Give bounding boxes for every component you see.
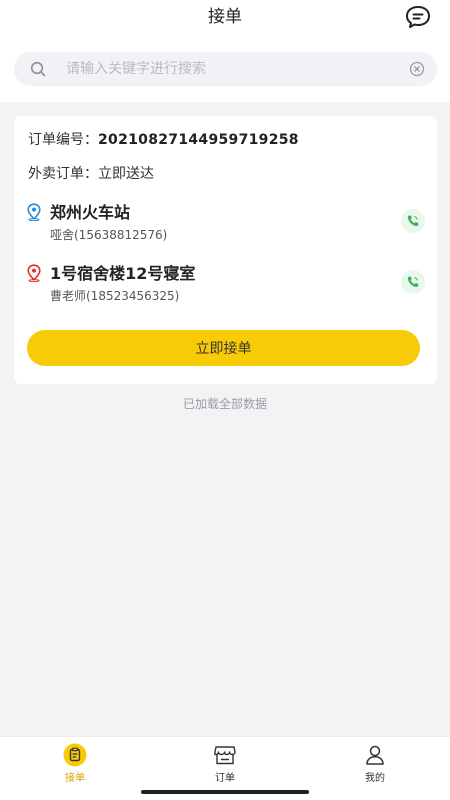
order-type-row: 外卖订单：立即送达	[28, 163, 154, 183]
profile-icon	[366, 745, 384, 765]
search-icon	[30, 61, 46, 77]
pickup-call-button[interactable]	[401, 209, 425, 233]
tab-profile[interactable]: 我的	[315, 737, 435, 787]
clear-icon[interactable]	[409, 61, 425, 77]
page-title: 接单	[208, 7, 242, 27]
dropoff-location-pin-icon	[27, 264, 41, 282]
search-input[interactable]	[66, 58, 396, 80]
accept-order-button[interactable]: 立即接单	[27, 330, 420, 366]
order-store-icon	[214, 746, 236, 765]
tab-label: 接单	[65, 773, 85, 784]
order-number-label: 订单编号：	[28, 132, 98, 148]
tab-receive-order[interactable]: 接单	[15, 737, 135, 787]
order-card: 订单编号：20210827144959719258 外卖订单：立即送达 郑州火车…	[14, 116, 437, 384]
home-indicator	[141, 790, 309, 794]
pickup-contact: 哑舍(15638812576)	[50, 228, 168, 242]
dropoff-name: 1号宿舍楼12号寝室	[50, 264, 196, 283]
phone-icon	[407, 215, 419, 226]
pickup-name: 郑州火车站	[50, 203, 131, 222]
search-bar[interactable]	[14, 52, 437, 86]
chat-message-icon[interactable]	[404, 4, 432, 30]
order-number: 20210827144959719258	[98, 132, 299, 148]
pickup-location-pin-icon	[27, 203, 41, 221]
order-type-value: 立即送达	[98, 166, 154, 182]
dropoff-contact: 曹老师(18523456325)	[50, 289, 180, 303]
tab-label: 订单	[215, 773, 235, 784]
tab-orders[interactable]: 订单	[165, 737, 285, 787]
phone-icon	[407, 276, 419, 287]
top-bar: 接单	[0, 0, 450, 102]
dropoff-call-button[interactable]	[401, 270, 425, 294]
list-status-text: 已加载全部数据	[182, 397, 267, 411]
order-type-label: 外卖订单：	[28, 166, 98, 182]
tab-label: 我的	[365, 773, 385, 784]
receive-order-icon	[63, 743, 87, 767]
order-number-row: 订单编号：20210827144959719258	[28, 129, 299, 149]
